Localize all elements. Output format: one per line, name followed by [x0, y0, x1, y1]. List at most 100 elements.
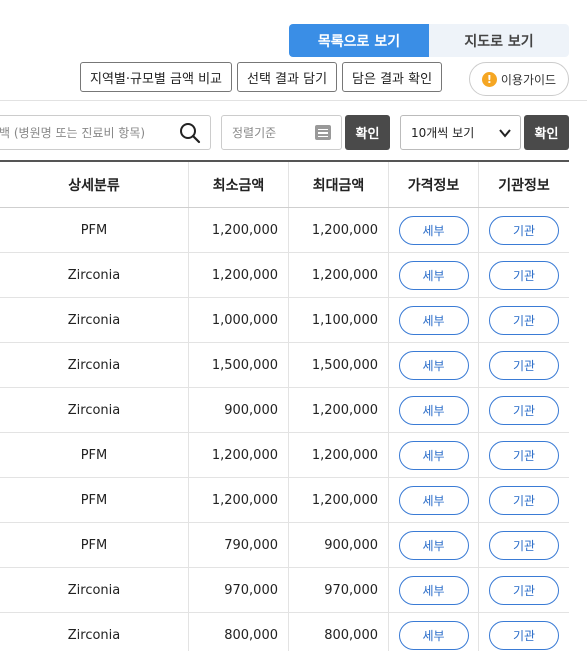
org-info-cell: 기관 [479, 613, 569, 651]
table-row: Zirconia 1,000,000 1,100,000 세부 기관 [0, 298, 569, 343]
org-button[interactable]: 기관 [489, 215, 559, 245]
category-cell: Zirconia [0, 298, 189, 342]
header-min-price: 최소금액 [189, 162, 289, 207]
chevron-down-icon [499, 129, 511, 138]
view-saved-button[interactable]: 담은 결과 확인 [342, 62, 443, 92]
min-price-cell: 1,200,000 [189, 478, 289, 522]
category-cell: Zirconia [0, 568, 189, 612]
header-max-price: 최대금액 [289, 162, 389, 207]
org-info-cell: 기관 [479, 388, 569, 432]
table-row: Zirconia 800,000 800,000 세부 기관 [0, 613, 569, 651]
min-price-cell: 970,000 [189, 568, 289, 612]
min-price-cell: 800,000 [189, 613, 289, 651]
sort-select[interactable]: 정렬기준 [221, 115, 342, 150]
action-buttons: 지역별·규모별 금액 비교 선택 결과 담기 담은 결과 확인 [80, 62, 443, 92]
list-icon [315, 125, 331, 140]
min-price-cell: 1,200,000 [189, 433, 289, 477]
max-price-cell: 1,200,000 [289, 433, 389, 477]
max-price-cell: 1,100,000 [289, 298, 389, 342]
detail-button[interactable]: 세부 [398, 485, 469, 515]
org-info-cell: 기관 [479, 298, 569, 342]
org-button[interactable]: 기관 [489, 485, 559, 515]
price-info-cell: 세부 [389, 253, 479, 297]
price-info-cell: 세부 [389, 208, 479, 252]
detail-button[interactable]: 세부 [398, 305, 469, 335]
table-header: 상세분류 최소금액 최대금액 가격정보 기관정보 [0, 162, 569, 208]
min-price-cell: 1,200,000 [189, 253, 289, 297]
org-button[interactable]: 기관 [489, 530, 559, 560]
view-toggle: 목록으로 보기 지도로 보기 [289, 24, 569, 57]
org-info-cell: 기관 [479, 343, 569, 387]
price-info-cell: 세부 [389, 478, 479, 522]
price-info-cell: 세부 [389, 298, 479, 342]
max-price-cell: 1,500,000 [289, 343, 389, 387]
list-view-tab[interactable]: 목록으로 보기 [289, 24, 429, 57]
detail-button[interactable]: 세부 [398, 620, 469, 650]
category-cell: Zirconia [0, 343, 189, 387]
table-row: Zirconia 1,500,000 1,500,000 세부 기관 [0, 343, 569, 388]
table-row: PFM 1,200,000 1,200,000 세부 기관 [0, 208, 569, 253]
org-button[interactable]: 기관 [489, 575, 559, 605]
page-size-select[interactable]: 10개씩 보기 [400, 115, 521, 150]
detail-button[interactable]: 세부 [398, 530, 469, 560]
category-cell: Zirconia [0, 613, 189, 651]
search-input[interactable] [0, 125, 164, 140]
category-cell: Zirconia [0, 388, 189, 432]
max-price-cell: 1,200,000 [289, 388, 389, 432]
org-info-cell: 기관 [479, 478, 569, 522]
map-view-tab[interactable]: 지도로 보기 [429, 24, 569, 57]
price-info-cell: 세부 [389, 433, 479, 477]
org-button[interactable]: 기관 [489, 395, 559, 425]
min-price-cell: 790,000 [189, 523, 289, 567]
category-cell: Zirconia [0, 253, 189, 297]
table-row: Zirconia 1,200,000 1,200,000 세부 기관 [0, 253, 569, 298]
page-size-value: 10개씩 보기 [411, 126, 475, 140]
org-button[interactable]: 기관 [489, 260, 559, 290]
org-info-cell: 기관 [479, 253, 569, 297]
category-cell: PFM [0, 433, 189, 477]
price-table: 상세분류 최소금액 최대금액 가격정보 기관정보 PFM 1,200,000 1,2… [0, 160, 569, 651]
category-cell: PFM [0, 523, 189, 567]
table-body: PFM 1,200,000 1,200,000 세부 기관 Zirconia 1,200,0… [0, 208, 569, 651]
price-info-cell: 세부 [389, 613, 479, 651]
org-button[interactable]: 기관 [489, 350, 559, 380]
detail-button[interactable]: 세부 [398, 440, 469, 470]
org-button[interactable]: 기관 [489, 620, 559, 650]
org-info-cell: 기관 [479, 208, 569, 252]
usage-guide-button[interactable]: ! 이용가이드 [469, 62, 569, 96]
header-category: 상세분류 [0, 162, 189, 207]
info-icon: ! [481, 71, 497, 87]
price-info-cell: 세부 [389, 523, 479, 567]
max-price-cell: 1,200,000 [289, 208, 389, 252]
detail-button[interactable]: 세부 [398, 260, 469, 290]
detail-button[interactable]: 세부 [398, 395, 469, 425]
org-button[interactable]: 기관 [489, 440, 559, 470]
detail-button[interactable]: 세부 [398, 575, 469, 605]
detail-button[interactable]: 세부 [398, 215, 469, 245]
sort-placeholder: 정렬기준 [232, 126, 277, 140]
divider [0, 100, 587, 101]
org-info-cell: 기관 [479, 433, 569, 477]
min-price-cell: 1,000,000 [189, 298, 289, 342]
detail-button[interactable]: 세부 [398, 350, 469, 380]
min-price-cell: 1,500,000 [189, 343, 289, 387]
table-row: Zirconia 970,000 970,000 세부 기관 [0, 568, 569, 613]
category-cell: PFM [0, 478, 189, 522]
org-button[interactable]: 기관 [489, 305, 559, 335]
org-info-cell: 기관 [479, 523, 569, 567]
usage-guide-label: 이용가이드 [500, 72, 557, 87]
price-info-cell: 세부 [389, 388, 479, 432]
max-price-cell: 1,200,000 [289, 478, 389, 522]
header-org-info: 기관정보 [498, 177, 550, 194]
sort-confirm-button[interactable]: 확인 [345, 115, 390, 150]
category-cell: PFM [0, 208, 189, 252]
table-row: PFM 790,000 900,000 세부 기관 [0, 523, 569, 568]
org-info-cell: 기관 [479, 568, 569, 612]
min-price-cell: 1,200,000 [189, 208, 289, 252]
page-size-confirm-button[interactable]: 확인 [524, 115, 569, 150]
compare-button[interactable]: 지역별·규모별 금액 비교 [80, 62, 232, 92]
search-icon[interactable] [179, 122, 201, 144]
add-selection-button[interactable]: 선택 결과 담기 [237, 62, 338, 92]
table-row: Zirconia 900,000 1,200,000 세부 기관 [0, 388, 569, 433]
price-info-cell: 세부 [389, 343, 479, 387]
